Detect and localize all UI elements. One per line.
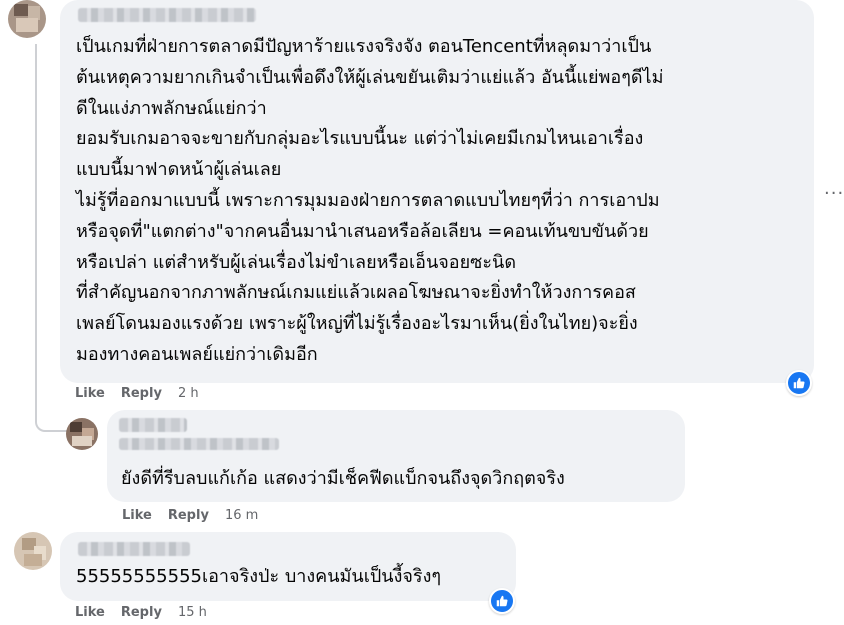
comment-bubble: ยังดีที่รีบลบแก้เก้อ แสดงว่ามีเช็คฟีดแบ็…: [107, 410, 685, 502]
reply-button[interactable]: Reply: [121, 386, 162, 401]
thumbs-up-icon: [793, 377, 805, 389]
author-name-blurred[interactable]: [78, 542, 190, 556]
author-name-blurred[interactable]: [119, 418, 187, 432]
author-name-blurred[interactable]: [78, 8, 256, 22]
like-button[interactable]: Like: [75, 605, 105, 620]
comment-bubble: 55555555555เอาจริงป่ะ บางคนมันเป็นงี้จริ…: [60, 532, 516, 601]
reply-button[interactable]: Reply: [168, 508, 209, 523]
thumbs-up-icon: [496, 595, 508, 607]
reaction-badge[interactable]: [786, 370, 812, 396]
avatar[interactable]: [8, 0, 46, 38]
avatar[interactable]: [14, 532, 52, 570]
comment-actions: Like Reply 2 h: [75, 386, 199, 401]
more-options-icon[interactable]: ...: [824, 178, 844, 199]
comment-bubble: เป็นเกมที่ฝ่ายการตลาดมีปัญหาร้ายแรงจริงจ…: [60, 0, 814, 383]
avatar[interactable]: [66, 418, 98, 450]
comment-actions: Like Reply 16 m: [122, 508, 258, 523]
comment-timestamp[interactable]: 16 m: [225, 508, 258, 523]
comment-text: ยังดีที่รีบลบแก้เก้อ แสดงว่ามีเช็คฟีดแบ็…: [121, 468, 565, 489]
reaction-badge[interactable]: [489, 588, 515, 614]
like-button[interactable]: Like: [122, 508, 152, 523]
comment-actions: Like Reply 15 h: [75, 605, 207, 620]
comment-timestamp[interactable]: 2 h: [178, 386, 199, 401]
reply-button[interactable]: Reply: [121, 605, 162, 620]
comment-text: 55555555555เอาจริงป่ะ บางคนมันเป็นงี้จริ…: [76, 566, 442, 587]
like-button[interactable]: Like: [75, 386, 105, 401]
author-name-blurred[interactable]: [119, 438, 279, 450]
comment-timestamp[interactable]: 15 h: [178, 605, 207, 620]
comment-text: เป็นเกมที่ฝ่ายการตลาดมีปัญหาร้ายแรงจริงจ…: [76, 36, 664, 365]
